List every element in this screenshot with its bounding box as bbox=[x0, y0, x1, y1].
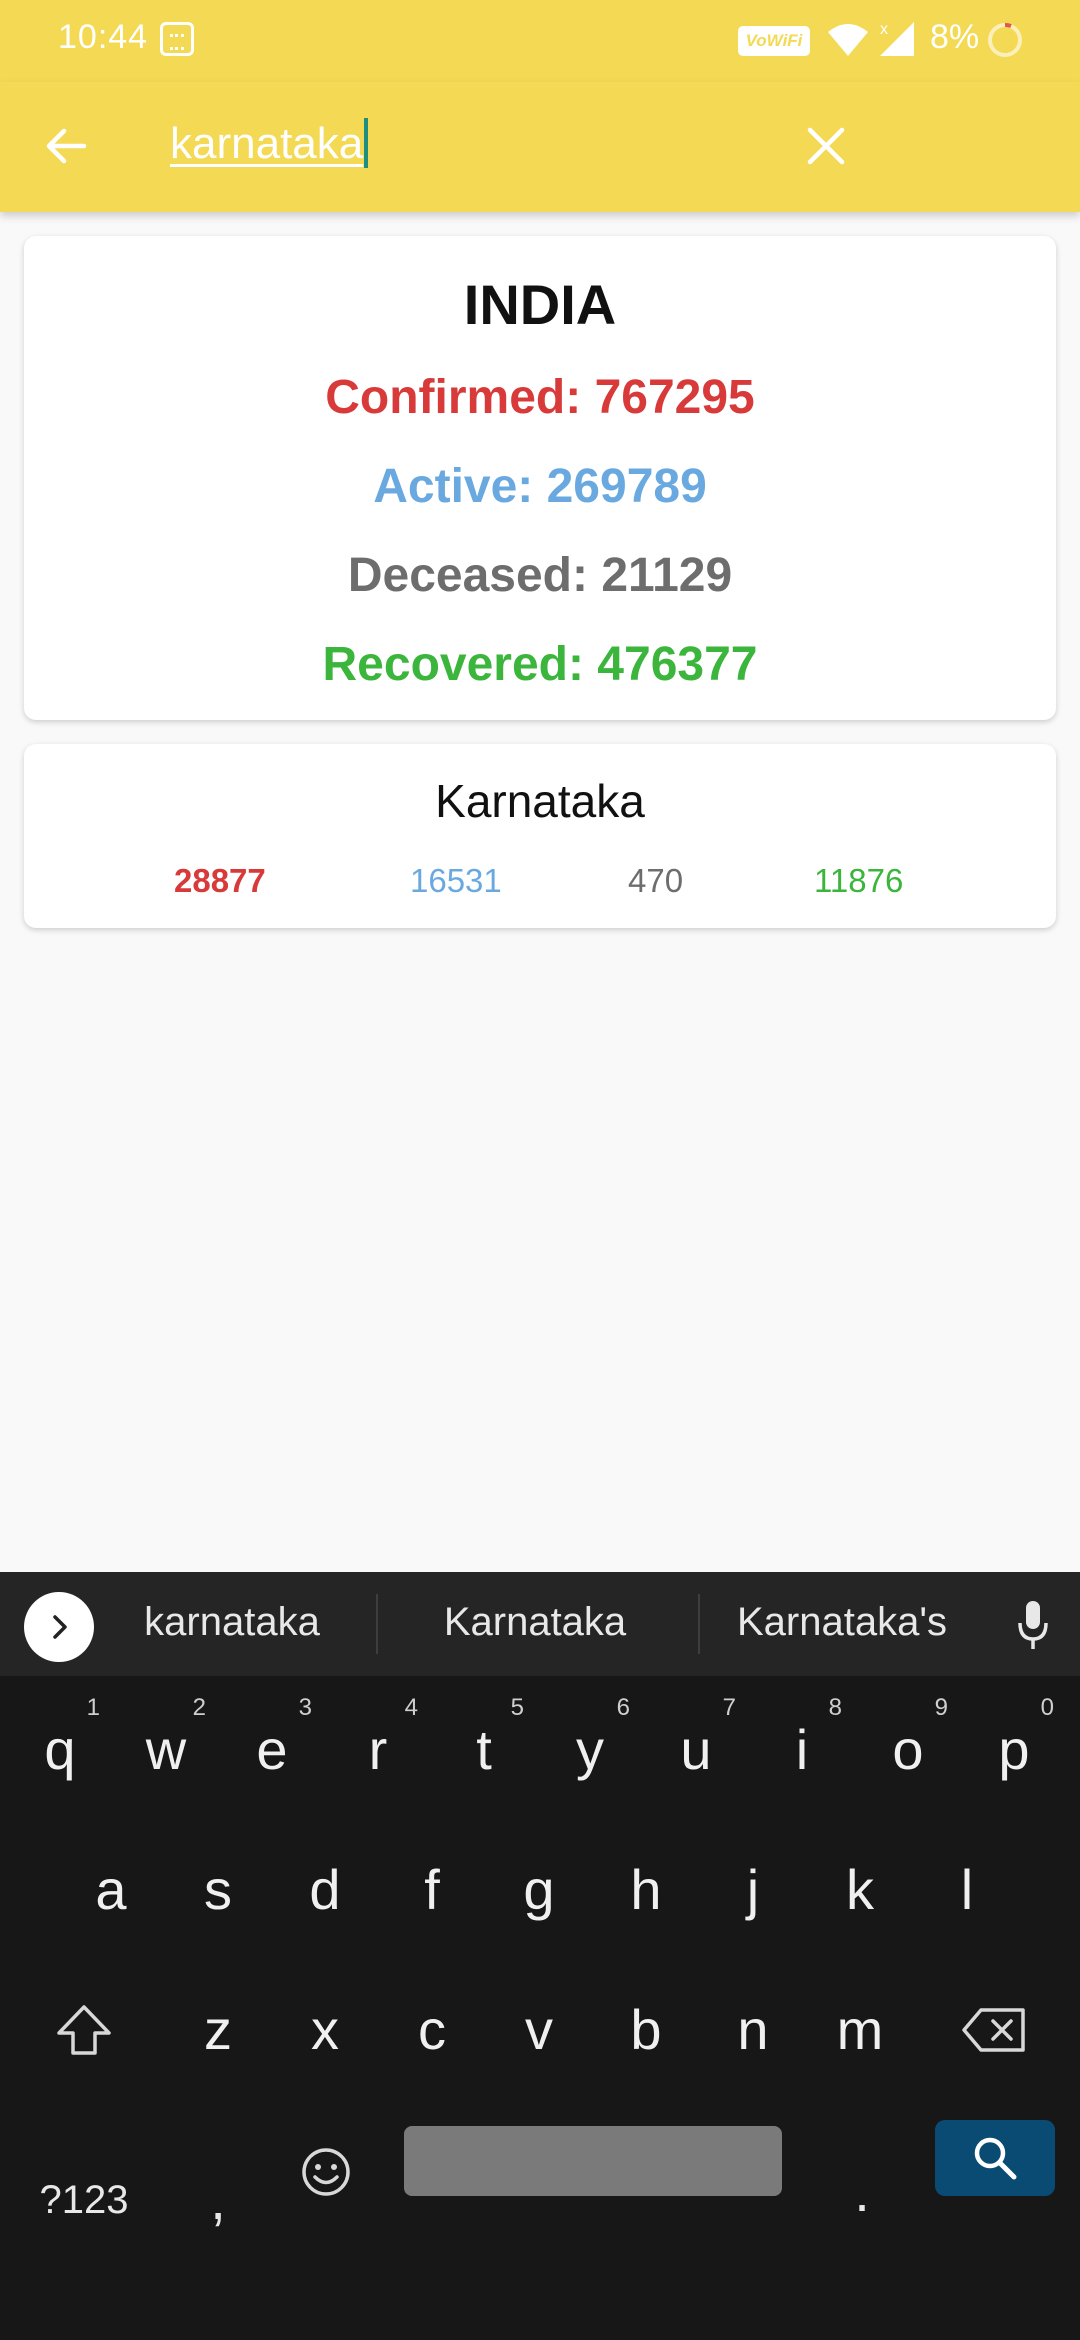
shift-icon bbox=[57, 2005, 111, 2055]
chevron-right-icon bbox=[53, 1615, 67, 1639]
key-hint: 2 bbox=[192, 1694, 206, 1721]
key-z[interactable]: z bbox=[168, 1970, 268, 2090]
key-hint: 6 bbox=[616, 1694, 630, 1721]
key-hint: 1 bbox=[86, 1694, 100, 1721]
key-h[interactable]: h bbox=[596, 1830, 696, 1950]
search-app-bar: karnataka bbox=[0, 82, 1080, 212]
state-result-card[interactable]: Karnataka 28877 16531 470 11876 bbox=[24, 744, 1056, 928]
key-label: t bbox=[476, 1718, 492, 1781]
battery-icon bbox=[988, 22, 1022, 57]
country-title: INDIA bbox=[463, 273, 617, 336]
key-u[interactable]: u7 bbox=[646, 1690, 746, 1810]
suggestion-item[interactable]: karnataka bbox=[132, 1600, 332, 1645]
space-key[interactable] bbox=[404, 2126, 782, 2196]
clear-search-button[interactable] bbox=[790, 110, 862, 182]
key-hint: 5 bbox=[510, 1694, 524, 1721]
key-label: p bbox=[998, 1718, 1030, 1781]
state-recovered-count: 11876 bbox=[814, 862, 904, 899]
wifi-icon bbox=[828, 24, 868, 56]
key-label: r bbox=[368, 1718, 388, 1781]
key-e[interactable]: e3 bbox=[222, 1690, 322, 1810]
signal-icon: x bbox=[880, 21, 914, 56]
key-d[interactable]: d bbox=[275, 1830, 375, 1950]
deceased-stat: Deceased: 21129 bbox=[347, 549, 733, 602]
comma-key[interactable]: , bbox=[168, 2140, 268, 2260]
backspace-icon bbox=[962, 2008, 1025, 2052]
key-x[interactable]: x bbox=[275, 1970, 375, 2090]
keyboard-expand-button[interactable] bbox=[24, 1592, 94, 1662]
status-bar: 10:44 VoWiFi x 8% bbox=[0, 0, 1080, 82]
key-label: y bbox=[576, 1718, 604, 1781]
key-label: w bbox=[145, 1718, 187, 1781]
active-stat: Active: 269789 bbox=[373, 460, 707, 513]
key-hint: 4 bbox=[404, 1694, 418, 1721]
backspace-key[interactable] bbox=[944, 1970, 1044, 2090]
suggestion-item[interactable]: Karnataka's bbox=[712, 1600, 972, 1645]
key-w[interactable]: w2 bbox=[116, 1690, 216, 1810]
key-c[interactable]: c bbox=[382, 1970, 482, 2090]
soft-keyboard: karnataka Karnataka Karnataka's q1 w2 e3… bbox=[0, 1572, 1080, 2340]
india-summary-card: INDIA Confirmed: 767295 Active: 269789 D… bbox=[24, 236, 1056, 720]
suggestion-divider bbox=[376, 1594, 378, 1654]
state-deceased-count: 470 bbox=[628, 862, 684, 899]
shift-key[interactable] bbox=[34, 1970, 134, 2090]
key-label: e bbox=[256, 1718, 288, 1781]
search-key[interactable] bbox=[935, 2120, 1055, 2196]
key-k[interactable]: k bbox=[810, 1830, 910, 1950]
state-active-count: 16531 bbox=[410, 862, 502, 899]
key-g[interactable]: g bbox=[489, 1830, 589, 1950]
key-m[interactable]: m bbox=[810, 1970, 910, 2090]
key-o[interactable]: o9 bbox=[858, 1690, 958, 1810]
key-q[interactable]: q1 bbox=[10, 1690, 110, 1810]
key-t[interactable]: t5 bbox=[434, 1690, 534, 1810]
key-j[interactable]: j bbox=[703, 1830, 803, 1950]
state-name: Karnataka bbox=[435, 775, 645, 827]
key-label: i bbox=[795, 1718, 809, 1781]
key-label: q bbox=[44, 1718, 76, 1781]
symbols-key[interactable]: ?123 bbox=[24, 2140, 144, 2260]
confirmed-stat: Confirmed: 767295 bbox=[325, 371, 755, 424]
key-l[interactable]: l bbox=[917, 1830, 1017, 1950]
microphone-icon bbox=[1018, 1601, 1048, 1649]
key-y[interactable]: y6 bbox=[540, 1690, 640, 1810]
calendar-icon bbox=[160, 22, 194, 56]
key-v[interactable]: v bbox=[489, 1970, 589, 2090]
key-hint: 3 bbox=[298, 1694, 312, 1721]
key-b[interactable]: b bbox=[596, 1970, 696, 2090]
back-button[interactable] bbox=[30, 110, 102, 182]
suggestion-item[interactable]: Karnataka bbox=[420, 1600, 650, 1645]
key-i[interactable]: i8 bbox=[752, 1690, 852, 1810]
state-confirmed-count: 28877 bbox=[174, 862, 266, 899]
emoji-icon bbox=[302, 2148, 350, 2196]
key-p[interactable]: p0 bbox=[964, 1690, 1064, 1810]
key-hint: 0 bbox=[1040, 1694, 1054, 1721]
emoji-key[interactable] bbox=[276, 2112, 376, 2232]
svg-text:x: x bbox=[880, 21, 888, 38]
close-icon bbox=[807, 127, 845, 165]
key-hint: 9 bbox=[934, 1694, 948, 1721]
search-icon bbox=[974, 2137, 1017, 2180]
status-time: 10:44 bbox=[58, 18, 149, 56]
voice-input-button[interactable] bbox=[1008, 1594, 1058, 1658]
arrow-left-icon bbox=[46, 128, 87, 164]
search-query-text: karnataka bbox=[170, 119, 364, 168]
key-f[interactable]: f bbox=[382, 1830, 482, 1950]
suggestion-divider bbox=[698, 1594, 700, 1654]
key-hint: 7 bbox=[722, 1694, 736, 1721]
key-s[interactable]: s bbox=[168, 1830, 268, 1950]
battery-percent: 8% bbox=[930, 18, 980, 56]
text-cursor bbox=[364, 118, 369, 168]
vowifi-badge: VoWiFi bbox=[738, 26, 810, 56]
recovered-stat: Recovered: 476377 bbox=[322, 638, 758, 691]
search-input[interactable]: karnataka bbox=[170, 118, 770, 178]
key-a[interactable]: a bbox=[61, 1830, 161, 1950]
key-n[interactable]: n bbox=[703, 1970, 803, 2090]
key-label: o bbox=[892, 1718, 924, 1781]
suggestion-bar: karnataka Karnataka Karnataka's bbox=[0, 1572, 1080, 1676]
key-label: u bbox=[680, 1718, 712, 1781]
period-key[interactable]: . bbox=[812, 2132, 912, 2252]
key-r[interactable]: r4 bbox=[328, 1690, 428, 1810]
key-hint: 8 bbox=[828, 1694, 842, 1721]
